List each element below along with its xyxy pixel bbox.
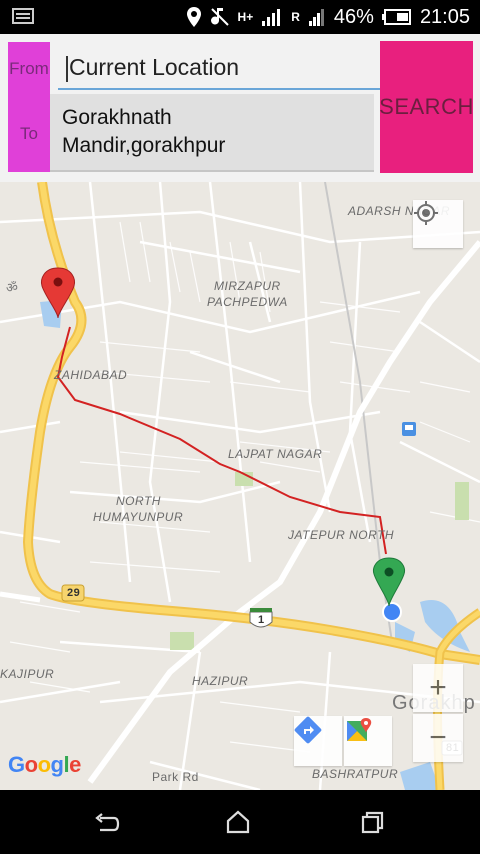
map-label-north: NORTH (116, 494, 161, 508)
battery-percent: 46% (333, 5, 374, 28)
network-type: H+ (237, 10, 254, 24)
directions-button[interactable] (294, 716, 342, 766)
signal-icon-2 (308, 9, 324, 26)
temple-icon: ॐ (6, 281, 18, 296)
bus-stop-icon (402, 422, 416, 436)
park-area (455, 482, 469, 520)
secondary-road-2 (0, 591, 41, 603)
park-area-2 (170, 632, 194, 650)
map-label-pachpedwa: PACHPEDWA (207, 295, 288, 309)
google-logo-g2: g (50, 752, 64, 777)
map-label-bashratpur: BASHRATPUR (312, 767, 399, 781)
signal-icon (262, 9, 281, 26)
map-view[interactable]: ॐ ADARSH NAGAR MIRZAPUR PACHPEDWA ZAHIDA… (0, 182, 480, 790)
map-label-lajpat-nagar: LAJPAT NAGAR (228, 447, 323, 461)
keyboard-icon (12, 8, 34, 24)
route-form: From Current Location To Gorakhnath Mand… (0, 34, 480, 182)
status-bar: H+ R 46% 21:05 (0, 0, 480, 34)
directions-icon (294, 716, 322, 744)
to-input-line1: Gorakhnath (62, 106, 172, 129)
text-cursor (66, 55, 68, 82)
current-location-dot (382, 602, 402, 622)
google-logo-o2: o (37, 752, 51, 777)
google-logo-o1: o (24, 752, 38, 777)
from-input[interactable]: Current Location (58, 44, 380, 90)
from-label: From (8, 42, 50, 96)
clock: 21:05 (419, 5, 470, 28)
my-location-icon (414, 201, 438, 225)
silent-mode-icon (210, 8, 229, 26)
navigation-bar (0, 790, 480, 854)
my-location-button[interactable] (413, 200, 463, 248)
water-body-3 (400, 762, 440, 790)
destination-marker[interactable] (373, 557, 405, 607)
roaming-indicator: R (291, 10, 300, 24)
map-label-humayunpur: HUMAYUNPUR (93, 510, 184, 524)
map-label-kajipur: KAJIPUR (0, 667, 55, 681)
map-label-jatepur-north: JATEPUR NORTH (288, 528, 395, 542)
location-pin-icon (186, 7, 201, 27)
from-input-value: Current Location (69, 54, 240, 80)
battery-icon (381, 9, 411, 25)
recents-button[interactable] (352, 808, 392, 836)
to-label: To (8, 96, 50, 172)
map-label-park-rd: Park Rd (152, 770, 199, 784)
zoom-in-button[interactable]: + (413, 664, 463, 712)
route-29-label: 29 (67, 587, 81, 599)
home-icon (226, 810, 250, 834)
zoom-out-button[interactable]: − (413, 714, 463, 762)
google-logo: Google (8, 752, 81, 778)
route-1-label: 1 (258, 614, 265, 626)
to-input-line2: Mandir,gorakhpur (62, 134, 226, 157)
search-button[interactable]: SEARCH (379, 41, 473, 173)
back-button[interactable] (86, 808, 126, 836)
google-maps-icon (347, 718, 372, 741)
map-label-zahidabad: ZAHIDABAD (54, 368, 128, 382)
google-logo-e: e (69, 752, 81, 777)
map-label-hazipur: HAZIPUR (192, 674, 249, 688)
recents-icon (361, 811, 384, 834)
back-icon (95, 813, 120, 832)
map-label-mirzapur: MIRZAPUR (214, 279, 281, 293)
google-logo-g: G (8, 752, 25, 777)
home-button[interactable] (218, 808, 258, 836)
to-input[interactable]: Gorakhnath Mandir,gorakhpur (50, 94, 374, 172)
open-in-google-maps-button[interactable] (344, 716, 392, 766)
